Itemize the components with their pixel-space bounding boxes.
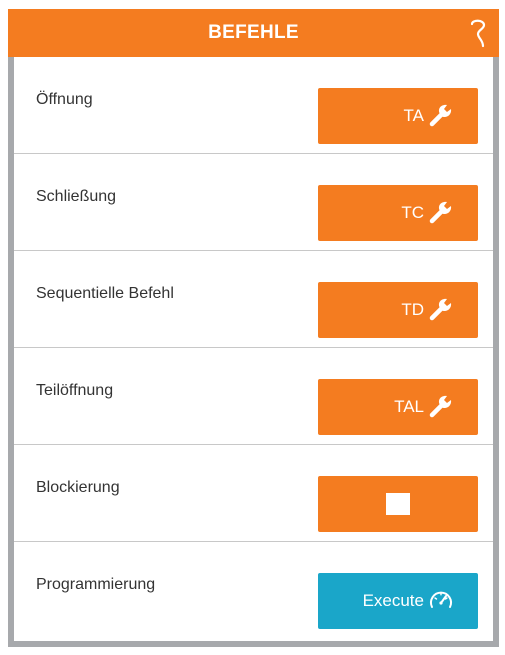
block-button[interactable]: [318, 476, 478, 532]
button-label: TA: [403, 106, 424, 125]
button-label: TD: [401, 300, 424, 319]
wrench-icon: [429, 395, 452, 418]
button-label: Execute: [362, 591, 424, 610]
speedometer-icon: [430, 591, 452, 608]
button-label: TC: [401, 203, 424, 222]
tal-button[interactable]: TAL: [318, 379, 478, 435]
ta-button[interactable]: TA: [318, 88, 478, 144]
execute-button[interactable]: Execute: [318, 573, 478, 629]
command-row-sequential: Sequentielle Befehl TD: [14, 251, 493, 348]
help-icon[interactable]: [469, 18, 487, 48]
wrench-icon: [429, 201, 452, 224]
command-label: Schließung: [36, 188, 117, 205]
command-label: Blockierung: [36, 479, 120, 496]
command-label: Öffnung: [36, 91, 93, 108]
tc-button[interactable]: TC: [318, 185, 478, 241]
command-label: Teilöffnung: [36, 382, 114, 399]
stop-icon: [386, 493, 410, 515]
command-label: Sequentielle Befehl: [36, 285, 174, 302]
page-title: BEFEHLE: [208, 22, 299, 43]
commands-screen: BEFEHLE Öffnung TA Schließung TC Sequent…: [0, 0, 505, 655]
command-row-closing: Schließung TC: [14, 154, 493, 251]
command-row-blocking: Blockierung: [14, 445, 493, 542]
button-label: TAL: [394, 397, 424, 416]
command-row-programming: Programmierung Execute: [14, 542, 493, 639]
td-button[interactable]: TD: [318, 282, 478, 338]
command-row-opening: Öffnung TA: [14, 57, 493, 154]
command-label: Programmierung: [36, 576, 156, 593]
commands-panel: Öffnung TA Schließung TC Sequentielle Be…: [8, 57, 499, 647]
wrench-icon: [429, 298, 452, 321]
command-row-partial-opening: Teilöffnung TAL: [14, 348, 493, 445]
header-bar: BEFEHLE: [8, 9, 499, 57]
wrench-icon: [429, 104, 452, 127]
